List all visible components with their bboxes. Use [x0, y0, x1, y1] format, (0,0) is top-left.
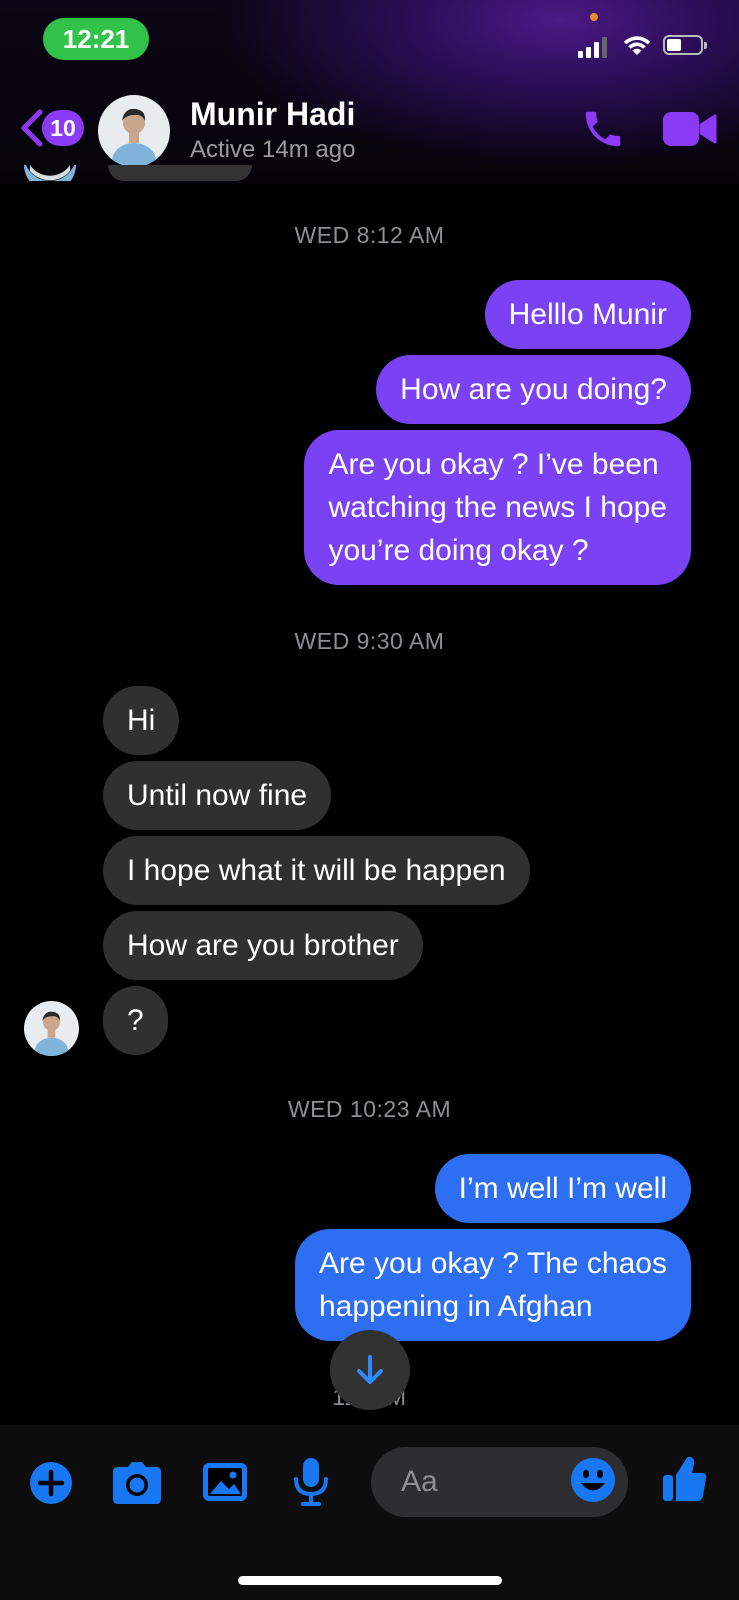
microphone-icon[interactable]: [293, 1457, 329, 1507]
back-button[interactable]: 10: [18, 104, 88, 154]
outgoing-message[interactable]: I’m well I’m well: [434, 1154, 691, 1223]
timestamp: WED 8:12 AM: [294, 222, 445, 248]
message-line: you’re doing okay ?: [328, 534, 589, 567]
incoming-message[interactable]: Until now fine: [103, 761, 332, 830]
scroll-to-bottom-button[interactable]: [330, 1330, 410, 1410]
previous-bubble-partial: [108, 165, 252, 181]
message-line: watching the news I hope: [328, 491, 667, 524]
home-indicator: [238, 1576, 502, 1585]
previous-avatar-partial: [24, 165, 76, 181]
incoming-message[interactable]: How are you brother: [103, 911, 423, 980]
outgoing-message[interactable]: Helllo Munir: [484, 280, 691, 349]
incoming-message[interactable]: ?: [103, 986, 168, 1055]
chevron-left-icon: [21, 109, 43, 147]
privacy-dot-icon: [590, 13, 598, 21]
avatar-photo: [98, 95, 170, 167]
contact-name[interactable]: Munir Hadi: [190, 96, 355, 133]
avatar-photo: [24, 1001, 79, 1056]
battery-icon: [663, 35, 707, 55]
composer-bar: [0, 1425, 739, 1600]
emoji-icon[interactable]: [570, 1457, 616, 1503]
incoming-message[interactable]: Hi: [103, 686, 180, 755]
outgoing-message[interactable]: How are you doing?: [376, 355, 691, 424]
wifi-icon: [623, 36, 651, 55]
message-input-placeholder: Aa: [401, 1465, 438, 1498]
unread-count-badge: 10: [42, 110, 84, 146]
arrow-down-icon: [357, 1355, 383, 1384]
contact-status: Active 14m ago: [190, 136, 356, 163]
message-line: happening in Afghan: [319, 1290, 593, 1323]
contact-avatar[interactable]: [98, 95, 170, 167]
gallery-icon[interactable]: [202, 1459, 248, 1505]
camera-icon[interactable]: [112, 1461, 162, 1505]
status-time: 12:21: [43, 18, 149, 60]
message-line: Are you okay ? I’ve been: [328, 448, 659, 481]
thumbs-up-icon[interactable]: [662, 1455, 708, 1503]
incoming-message[interactable]: I hope what it will be happen: [103, 836, 530, 905]
plus-icon[interactable]: [29, 1461, 73, 1505]
outgoing-message[interactable]: Are you okay ? The chaos happening in Af…: [295, 1229, 691, 1341]
phone-call-icon[interactable]: [580, 106, 626, 152]
sender-avatar[interactable]: [24, 1001, 79, 1056]
timestamp: WED 10:23 AM: [287, 1096, 452, 1122]
video-call-icon[interactable]: [663, 110, 717, 148]
timestamp: WED 9:30 AM: [294, 628, 445, 654]
cellular-signal-icon: [578, 36, 608, 58]
outgoing-message[interactable]: Are you okay ? I’ve been watching the ne…: [304, 430, 691, 585]
message-line: Are you okay ? The chaos: [319, 1247, 667, 1280]
